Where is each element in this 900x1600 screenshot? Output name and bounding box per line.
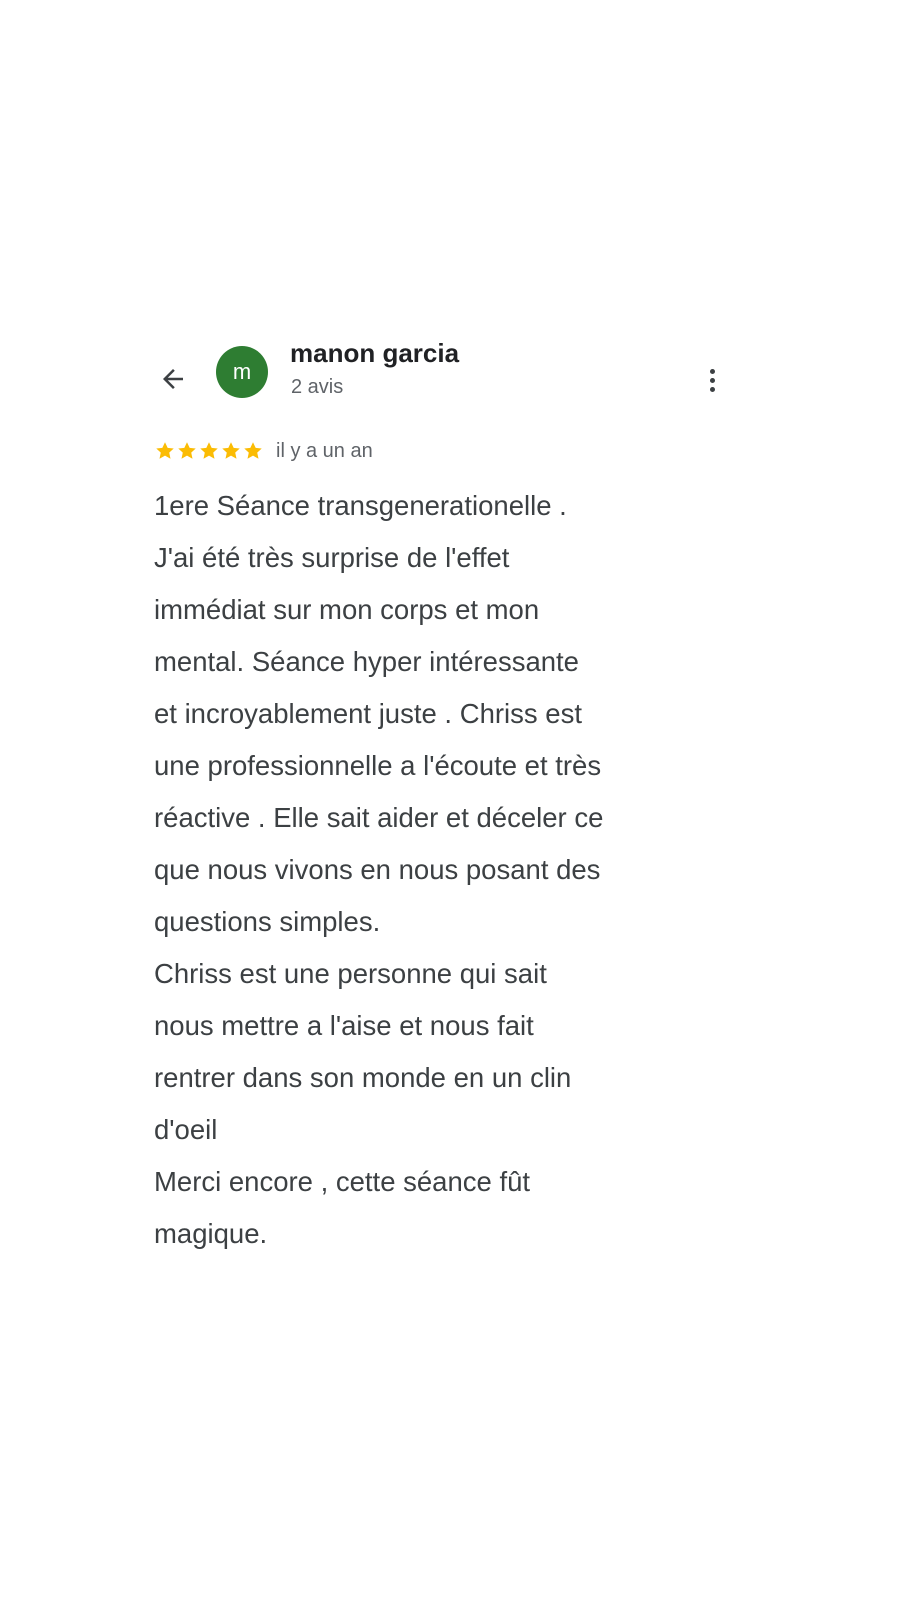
star-icon — [156, 442, 174, 459]
review-text-line: nous mettre a l'aise et nous fait — [154, 1010, 534, 1041]
review-text-line: questions simples. — [154, 906, 381, 937]
more-vert-icon-dot — [709, 386, 715, 392]
review-text-line: rentrer dans son monde en un clin — [154, 1062, 572, 1093]
review-text-line: magique. — [154, 1218, 268, 1249]
star-icon — [178, 442, 196, 459]
review-text-line: et incroyablement juste . Chriss est — [154, 698, 582, 729]
review-text-line: 1ere Séance transgenerationelle . — [154, 490, 567, 521]
author-name[interactable]: manon garcia — [290, 338, 459, 369]
more-options-button[interactable] — [700, 362, 724, 398]
more-vert-icon — [709, 368, 715, 374]
avatar-initial: m — [232, 359, 252, 384]
star-rating — [154, 440, 264, 462]
review-card: m manon garcia 2 avis il y a un an 1ere … — [0, 0, 900, 1600]
review-text-line: réactive . Elle sait aider et déceler ce — [154, 802, 604, 833]
more-vert-icon-dot — [709, 377, 715, 383]
review-text-line: que nous vivons en nous posant des — [154, 854, 601, 885]
back-button[interactable] — [156, 362, 190, 396]
avatar[interactable]: m — [216, 346, 268, 398]
review-text-line: une professionnelle a l'écoute et très — [154, 750, 602, 781]
review-text-line: immédiat sur mon corps et mon — [154, 594, 540, 625]
review-text-line: mental. Séance hyper intéressante — [154, 646, 579, 677]
review-text-line: Chriss est une personne qui sait — [154, 958, 547, 989]
review-text-line: J'ai été très surprise de l'effet — [154, 542, 510, 573]
arrow-back-icon — [163, 369, 183, 389]
star-icon — [200, 442, 218, 459]
star-icon — [222, 442, 240, 459]
rating-row: il y a un an — [154, 438, 373, 464]
review-text: 1ere Séance transgenerationelle . J'ai ét… — [154, 480, 744, 1260]
review-text-line: d'oeil — [154, 1114, 218, 1145]
star-icon — [244, 442, 262, 459]
review-text-line: Merci encore , cette séance fût — [154, 1166, 531, 1197]
review-count: 2 avis — [291, 376, 344, 398]
review-date: il y a un an — [276, 439, 373, 462]
